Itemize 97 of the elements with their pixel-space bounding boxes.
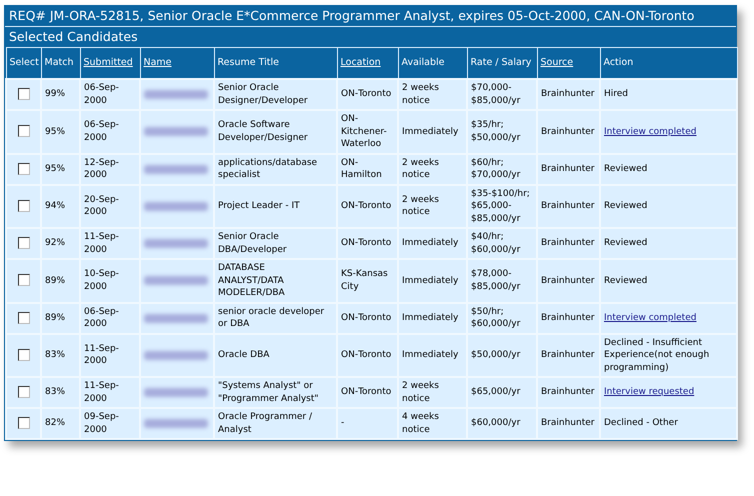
resume-title-cell: Oracle Software Developer/Designer bbox=[214, 110, 337, 154]
resume-title-cell: Oracle DBA bbox=[214, 334, 337, 377]
source-cell: Brainhunter bbox=[537, 302, 600, 334]
resume-title-cell: Senior Oracle Designer/Developer bbox=[214, 79, 337, 110]
source-cell: Brainhunter bbox=[537, 259, 600, 302]
action-link[interactable]: Interview completed bbox=[604, 126, 696, 136]
column-header: Rate / Salary bbox=[467, 48, 537, 79]
match-cell: 95% bbox=[41, 110, 80, 154]
submitted-cell: 06-Sep-2000 bbox=[80, 79, 140, 110]
select-checkbox[interactable] bbox=[18, 88, 30, 100]
submitted-cell: 11-Sep-2000 bbox=[80, 334, 140, 377]
select-checkbox[interactable] bbox=[18, 386, 30, 398]
match-cell: 92% bbox=[41, 228, 80, 259]
requisition-title: REQ# JM-ORA-52815, Senior Oracle E*Commerce Programmer Analyst, expires 05-Oct-2000, CAN-ON-Toronto bbox=[8, 7, 696, 25]
resume-title-cell: DATABASE ANALYST/DATA MODELER/DBA bbox=[214, 259, 337, 302]
location-cell: ON-Toronto bbox=[337, 228, 398, 259]
source-cell: Brainhunter bbox=[537, 154, 600, 184]
select-checkbox[interactable] bbox=[18, 237, 30, 250]
location-cell: ON-Toronto bbox=[337, 377, 398, 408]
location-cell: - bbox=[337, 408, 398, 439]
sort-link[interactable]: Source bbox=[540, 57, 574, 68]
match-cell: 89% bbox=[41, 259, 80, 302]
match-cell: 89% bbox=[41, 302, 80, 334]
select-checkbox[interactable] bbox=[18, 348, 30, 361]
match-cell: 83% bbox=[41, 334, 80, 377]
source-cell: Brainhunter bbox=[537, 79, 600, 110]
resume-title-cell: Project Leader - IT bbox=[214, 184, 337, 228]
action-status: Reviewed bbox=[604, 276, 648, 286]
resume-title-cell: Oracle Programmer / Analyst bbox=[214, 408, 337, 439]
column-header: Action bbox=[600, 48, 737, 79]
match-cell: 82% bbox=[41, 408, 80, 439]
rate-cell: $60/hr; $70,000/yr bbox=[467, 154, 537, 184]
action-status: Reviewed bbox=[604, 201, 648, 211]
source-cell: Brainhunter bbox=[537, 334, 600, 377]
submitted-cell: 12-Sep-2000 bbox=[80, 154, 140, 184]
sort-link[interactable]: Name bbox=[144, 57, 172, 68]
select-checkbox[interactable] bbox=[18, 274, 30, 286]
submitted-cell: 11-Sep-2000 bbox=[80, 377, 140, 408]
rate-cell: $50/hr; $60,000/yr bbox=[467, 302, 537, 334]
location-cell: ON-Toronto bbox=[337, 302, 398, 334]
action-status: Hired bbox=[604, 89, 628, 100]
available-cell: 2 weeks notice bbox=[398, 184, 467, 228]
available-cell: 4 weeks notice bbox=[398, 408, 467, 439]
resume-title-cell: Senior Oracle DBA/Developer bbox=[214, 228, 337, 259]
rate-cell: $50,000/yr bbox=[467, 334, 537, 377]
available-cell: Immediately bbox=[398, 334, 467, 377]
action-status: Declined - Insufficient Experience(not enough programming) bbox=[604, 338, 710, 372]
column-header: Resume Title bbox=[214, 48, 337, 79]
source-cell: Brainhunter bbox=[537, 110, 600, 154]
rate-cell: $60,000/yr bbox=[467, 408, 537, 439]
source-cell: Brainhunter bbox=[537, 228, 600, 259]
select-checkbox[interactable] bbox=[18, 200, 30, 212]
resume-title-cell: applications/database specialist bbox=[214, 154, 337, 184]
available-cell: Immediately bbox=[398, 302, 467, 334]
available-cell: 2 weeks notice bbox=[398, 154, 467, 184]
submitted-cell: 20-Sep-2000 bbox=[80, 184, 140, 228]
select-checkbox[interactable] bbox=[18, 417, 30, 430]
column-header: Select bbox=[6, 48, 41, 79]
action-status: Reviewed bbox=[604, 164, 648, 174]
submitted-cell: 06-Sep-2000 bbox=[80, 110, 140, 154]
available-cell: 2 weeks notice bbox=[398, 79, 467, 110]
select-checkbox[interactable] bbox=[18, 162, 30, 175]
column-header: Available bbox=[398, 48, 467, 79]
rate-cell: $35/hr; $50,000/yr bbox=[467, 110, 537, 154]
available-cell: Immediately bbox=[398, 110, 467, 154]
match-cell: 94% bbox=[41, 184, 80, 228]
available-cell: Immediately bbox=[398, 228, 467, 259]
match-cell: 99% bbox=[41, 79, 80, 110]
resume-title-cell: "Systems Analyst" or "Programmer Analyst" bbox=[214, 377, 337, 408]
source-cell: Brainhunter bbox=[537, 377, 600, 408]
submitted-cell: 09-Sep-2000 bbox=[80, 408, 140, 439]
rate-cell: $65,000/yr bbox=[467, 377, 537, 408]
location-cell: ON-Toronto bbox=[337, 334, 398, 377]
submitted-cell: 11-Sep-2000 bbox=[80, 228, 140, 259]
available-cell: 2 weeks notice bbox=[398, 377, 467, 408]
location-cell: ON-Kitchener-Waterloo bbox=[337, 110, 398, 154]
submitted-cell: 10-Sep-2000 bbox=[80, 259, 140, 302]
source-cell: Brainhunter bbox=[537, 408, 600, 439]
rate-cell: $40/hr; $60,000/yr bbox=[467, 228, 537, 259]
submitted-cell: 06-Sep-2000 bbox=[80, 302, 140, 334]
rate-cell: $78,000-$85,000/yr bbox=[467, 259, 537, 302]
available-cell: Immediately bbox=[398, 259, 467, 302]
location-cell: ON-Toronto bbox=[337, 184, 398, 228]
match-cell: 83% bbox=[41, 377, 80, 408]
source-cell: Brainhunter bbox=[537, 184, 600, 228]
match-cell: 95% bbox=[41, 154, 80, 184]
action-status: Declined - Other bbox=[604, 418, 678, 428]
select-checkbox[interactable] bbox=[18, 125, 30, 138]
location-cell: ON-Toronto bbox=[337, 79, 398, 110]
action-status: Reviewed bbox=[604, 238, 648, 248]
location-cell: KS-Kansas City bbox=[337, 259, 398, 302]
resume-title-cell: senior oracle developer or DBA bbox=[214, 302, 337, 334]
rate-cell: $35-$100/hr; $65,000-$85,000/yr bbox=[467, 184, 537, 228]
rate-cell: $70,000-$85,000/yr bbox=[467, 79, 537, 110]
select-checkbox[interactable] bbox=[18, 312, 30, 324]
column-header: Match bbox=[41, 48, 80, 79]
location-cell: ON-Hamilton bbox=[337, 154, 398, 184]
